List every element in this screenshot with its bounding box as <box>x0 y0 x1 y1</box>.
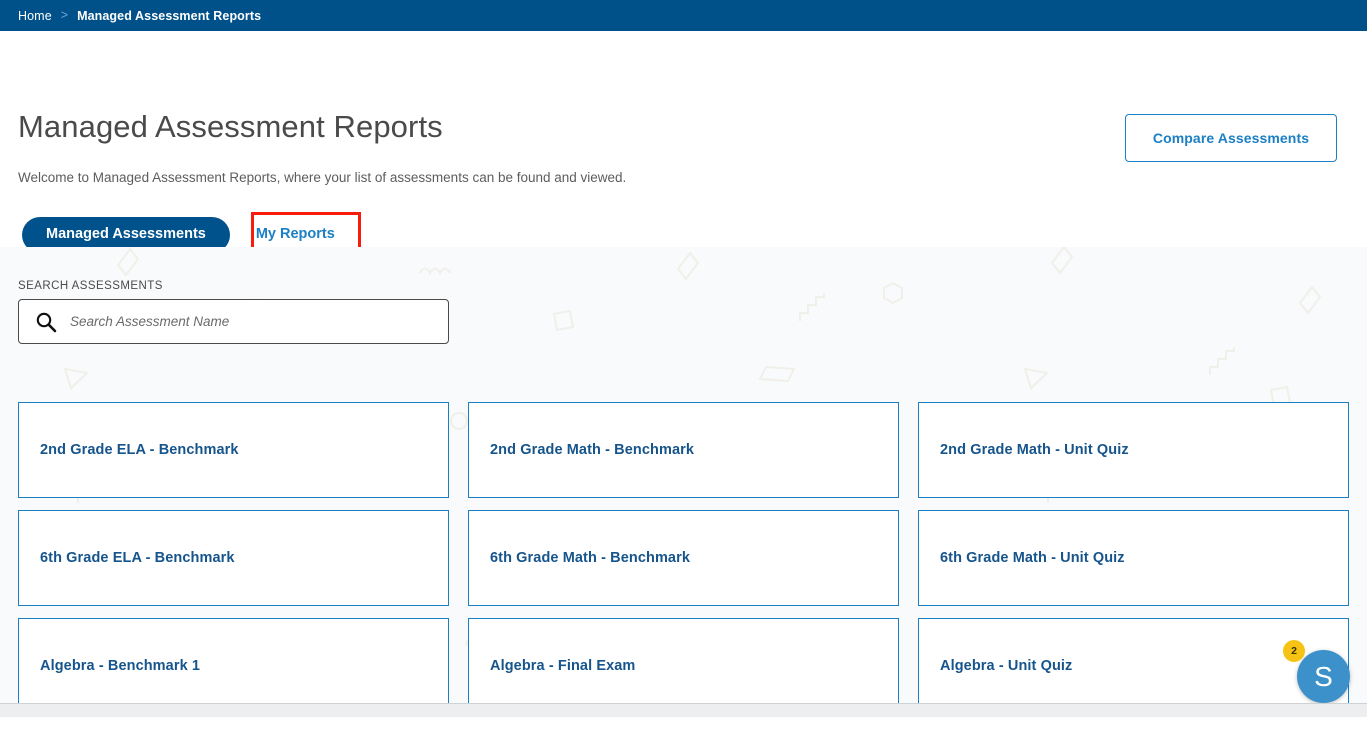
assessment-card[interactable]: 6th Grade ELA - Benchmark <box>18 510 449 606</box>
assessment-card[interactable]: 2nd Grade Math - Unit Quiz <box>918 402 1349 498</box>
assessment-card-title: 2nd Grade ELA - Benchmark <box>40 442 239 458</box>
chat-support-button[interactable]: S 2 <box>1297 650 1350 703</box>
search-icon <box>35 311 57 333</box>
search-label: SEARCH ASSESSMENTS <box>18 280 163 292</box>
assessment-card-title: Algebra - Benchmark 1 <box>40 658 200 674</box>
assessment-card[interactable]: Algebra - Final Exam <box>468 618 899 714</box>
page-title: Managed Assessment Reports <box>18 111 443 142</box>
assessment-card-title: 6th Grade Math - Unit Quiz <box>940 550 1125 566</box>
assessment-card-title: 2nd Grade Math - Benchmark <box>490 442 694 458</box>
assessment-list-section: SEARCH ASSESSMENTS 2nd Grade ELA - Bench… <box>0 247 1367 717</box>
search-input-container[interactable] <box>18 299 449 344</box>
assessment-card-grid: 2nd Grade ELA - Benchmark 2nd Grade Math… <box>18 402 1350 714</box>
assessment-card[interactable]: 2nd Grade Math - Benchmark <box>468 402 899 498</box>
assessment-card[interactable]: 6th Grade Math - Benchmark <box>468 510 899 606</box>
page-subtitle: Welcome to Managed Assessment Reports, w… <box>18 170 626 185</box>
breadcrumb-link-home[interactable]: Home <box>18 9 52 23</box>
assessment-card-title: 6th Grade Math - Benchmark <box>490 550 690 566</box>
breadcrumb-current-page: Managed Assessment Reports <box>77 9 261 23</box>
assessment-card[interactable]: 6th Grade Math - Unit Quiz <box>918 510 1349 606</box>
assessment-card[interactable]: Algebra - Benchmark 1 <box>18 618 449 714</box>
assessment-card[interactable]: 2nd Grade ELA - Benchmark <box>18 402 449 498</box>
chat-unread-badge: 2 <box>1283 640 1305 662</box>
assessment-card-title: 2nd Grade Math - Unit Quiz <box>940 442 1129 458</box>
footer-strip <box>0 703 1367 717</box>
breadcrumb-separator-icon: > <box>61 9 68 22</box>
search-input[interactable] <box>70 314 436 329</box>
assessment-card-title: Algebra - Final Exam <box>490 658 635 674</box>
page-header-section: Managed Assessment Reports Welcome to Ma… <box>0 31 1367 247</box>
chat-avatar-letter: S <box>1314 663 1333 691</box>
assessment-card-title: 6th Grade ELA - Benchmark <box>40 550 235 566</box>
compare-assessments-button[interactable]: Compare Assessments <box>1125 114 1337 162</box>
assessment-card-title: Algebra - Unit Quiz <box>940 658 1072 674</box>
assessment-card[interactable]: Algebra - Unit Quiz <box>918 618 1349 714</box>
breadcrumb: Home > Managed Assessment Reports <box>0 0 1367 31</box>
